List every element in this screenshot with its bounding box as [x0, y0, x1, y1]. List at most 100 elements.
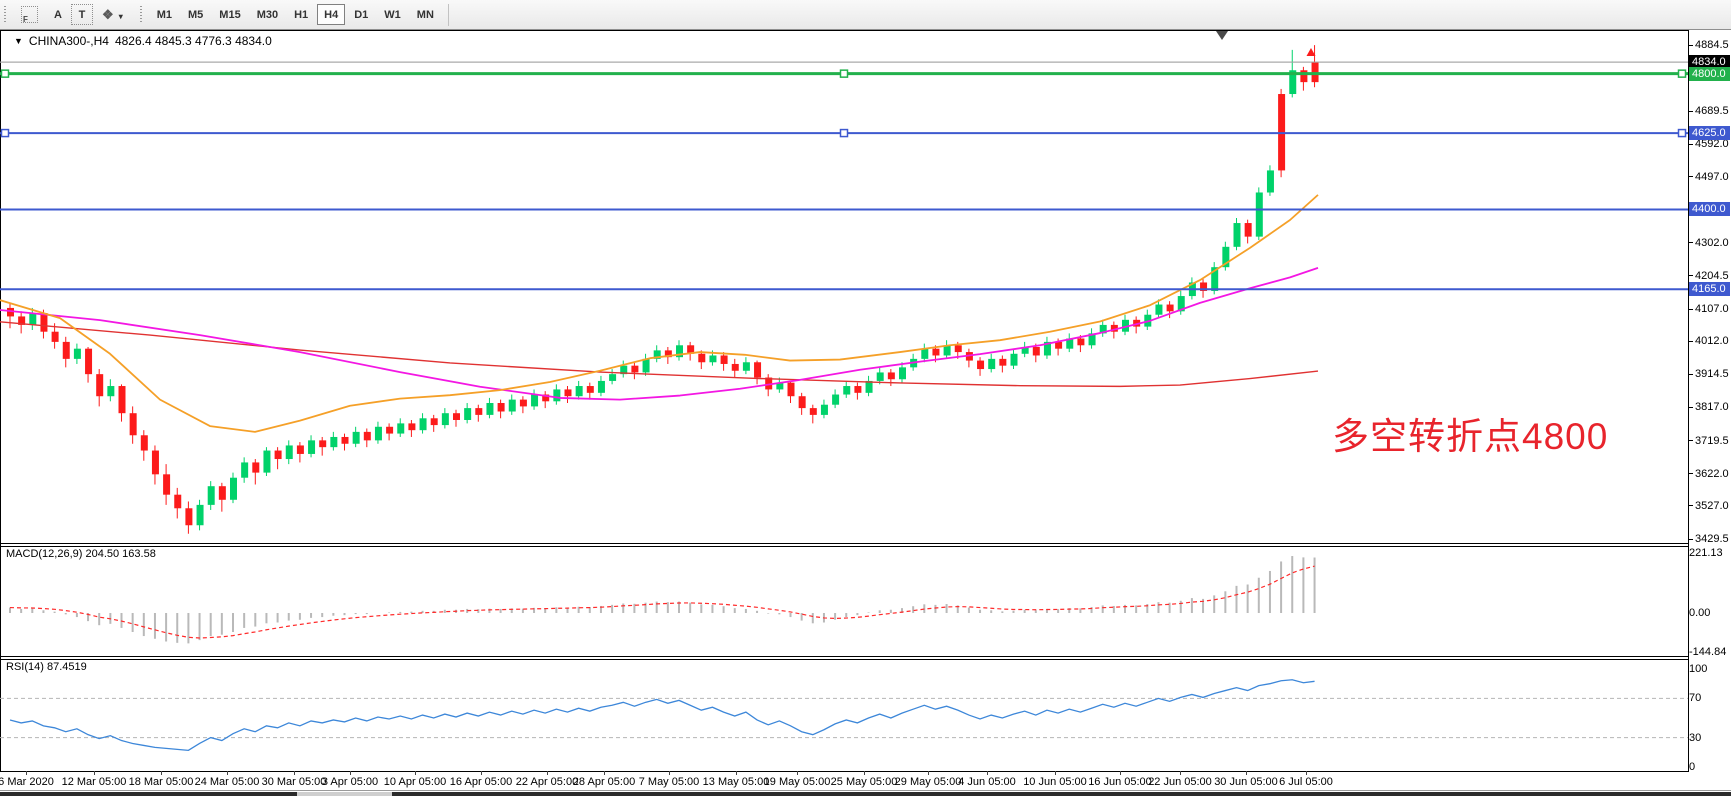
price-tick-label: 4012.0 [1689, 335, 1731, 347]
hline-handle[interactable] [841, 70, 848, 77]
macd-tick-label: 0.00 [1689, 607, 1731, 619]
price-tag-4165.0[interactable]: 4165.0 [1689, 282, 1730, 296]
date-tick [350, 771, 351, 775]
timeframe-W1[interactable]: W1 [377, 4, 408, 25]
date-tick [1055, 771, 1056, 775]
date-label: 29 May 05:00 [895, 776, 962, 788]
date-label: 12 Mar 05:00 [62, 776, 127, 788]
dotted-grid-icon: F [21, 6, 38, 23]
hline-handle[interactable] [2, 130, 9, 137]
date-label: 6 Mar 2020 [0, 776, 54, 788]
date-tick [669, 771, 670, 775]
price-tag-4625.0[interactable]: 4625.0 [1689, 126, 1730, 140]
date-tick [864, 771, 865, 775]
rsi-tick-label: 30 [1689, 732, 1731, 744]
date-label: 16 Jun 05:00 [1088, 776, 1152, 788]
date-label: 28 Apr 05:00 [573, 776, 635, 788]
horizontal-scrollbar[interactable] [0, 790, 1731, 798]
scrollbar-thumb[interactable] [297, 792, 392, 796]
chart-window: ▼ CHINA300-,H4 4826.4 4845.3 4776.3 4834… [0, 30, 1731, 798]
date-label: 7 May 05:00 [639, 776, 700, 788]
date-label: 6 Jul 05:00 [1279, 776, 1333, 788]
price-tick-label: 3429.5 [1689, 533, 1731, 545]
date-label: 18 Mar 05:00 [129, 776, 194, 788]
indicator-template-button[interactable]: F [14, 4, 45, 25]
date-tick [987, 771, 988, 775]
date-tick [1180, 771, 1181, 775]
rsi-tick-label: 70 [1689, 692, 1731, 704]
price-tick-label: 4689.5 [1689, 105, 1731, 117]
symbol-dropdown-icon[interactable]: ▼ [14, 36, 23, 46]
rsi-tick-label: 100 [1689, 663, 1731, 675]
price-tick-label: 3817.0 [1689, 401, 1731, 413]
shapes-icon: ❖ [102, 7, 114, 22]
date-label: 22 Jun 05:00 [1148, 776, 1212, 788]
price-tick-label: 4107.0 [1689, 303, 1731, 315]
date-tick [161, 771, 162, 775]
timeframe-H1[interactable]: H1 [287, 4, 315, 25]
price-tick-label: 4204.5 [1689, 270, 1731, 282]
date-tick [227, 771, 228, 775]
chart-title: ▼ CHINA300-,H4 4826.4 4845.3 4776.3 4834… [14, 34, 272, 48]
toolbar-separator [448, 4, 449, 26]
timeframe-MN[interactable]: MN [410, 4, 441, 25]
date-tick [928, 771, 929, 775]
symbol-period-label: CHINA300-,H4 [29, 34, 109, 48]
timeframe-D1[interactable]: D1 [347, 4, 375, 25]
shapes-button[interactable]: ❖ ▾ [95, 4, 130, 25]
date-tick [797, 771, 798, 775]
date-tick [94, 771, 95, 775]
scrollbar-track[interactable] [0, 792, 1731, 796]
timeframe-M1[interactable]: M1 [150, 4, 179, 25]
price-tick-label: 3622.0 [1689, 468, 1731, 480]
rsi-label: RSI(14) 87.4519 [6, 661, 87, 673]
price-tag-4400.0[interactable]: 4400.0 [1689, 202, 1730, 216]
date-tick [415, 771, 416, 775]
date-label: 25 May 05:00 [831, 776, 898, 788]
hline-handle[interactable] [2, 70, 9, 77]
shift-marker-icon [1216, 31, 1228, 40]
hline-handle[interactable] [1679, 130, 1686, 137]
text-tool-button[interactable]: T [71, 4, 93, 25]
macd-tick-label: -144.84 [1689, 646, 1731, 658]
timeframe-M30[interactable]: M30 [250, 4, 285, 25]
text-label-button[interactable]: A [47, 4, 69, 25]
timeframe-group: M1M5M15M30H1H4D1W1MN [149, 4, 442, 25]
date-tick [547, 771, 548, 775]
date-label: 22 Apr 05:00 [516, 776, 578, 788]
date-label: 3 Apr 05:00 [322, 776, 378, 788]
date-tick [1120, 771, 1121, 775]
date-label: 4 Jun 05:00 [958, 776, 1016, 788]
price-tick-label: 3914.5 [1689, 368, 1731, 380]
timeframe-H4[interactable]: H4 [317, 4, 345, 25]
date-label: 30 Mar 05:00 [262, 776, 327, 788]
macd-tick-label: 221.13 [1689, 547, 1731, 559]
hline-handle[interactable] [1679, 70, 1686, 77]
price-axis: 4884.54787.04689.54592.04497.04400.04302… [1689, 30, 1731, 798]
chevron-down-icon: ▾ [119, 12, 123, 21]
date-label: 13 May 05:00 [703, 776, 770, 788]
toolbar-grip[interactable] [3, 6, 8, 24]
price-tick-label: 4497.0 [1689, 171, 1731, 183]
date-label: 16 Apr 05:00 [450, 776, 512, 788]
date-tick [604, 771, 605, 775]
date-label: 19 May 05:00 [764, 776, 831, 788]
toolbar-grip[interactable] [139, 6, 144, 24]
hline-handle[interactable] [841, 130, 848, 137]
window-border [0, 790, 1731, 791]
date-label: 30 Jun 05:00 [1214, 776, 1278, 788]
macd-label: MACD(12,26,9) 204.50 163.58 [6, 548, 156, 560]
price-tick-label: 4302.0 [1689, 237, 1731, 249]
timeframe-M5[interactable]: M5 [181, 4, 210, 25]
price-tag-4800.0[interactable]: 4800.0 [1689, 67, 1730, 81]
price-tick-label: 4592.0 [1689, 138, 1731, 150]
date-tick [736, 771, 737, 775]
annotation-text[interactable]: 多空转折点4800 [1332, 406, 1608, 460]
price-tick-label: 3527.0 [1689, 500, 1731, 512]
timeframe-M15[interactable]: M15 [212, 4, 247, 25]
price-tick-label: 4884.5 [1689, 39, 1731, 51]
trading-app-window: F A T ❖ ▾ M1M5M15M30H1H4D1W1MN ▼ CHINA30… [0, 0, 1731, 798]
rsi-tick-label: 0 [1689, 761, 1731, 773]
date-label: 10 Jun 05:00 [1023, 776, 1087, 788]
ohlc-values: 4826.4 4845.3 4776.3 4834.0 [115, 34, 272, 48]
